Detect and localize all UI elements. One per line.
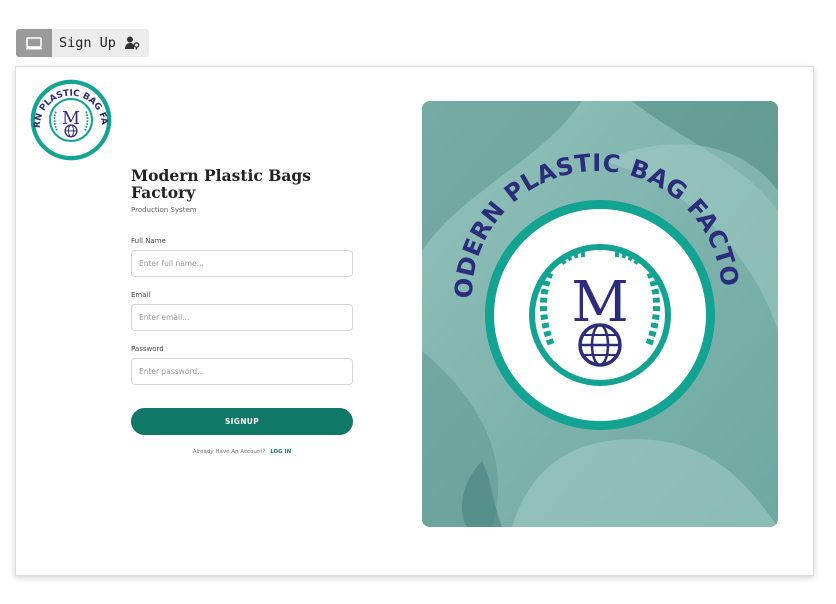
login-prompt-row: Already Have An Account? LOG IN bbox=[131, 449, 353, 455]
top-toolbar: Sign Up bbox=[16, 29, 149, 57]
login-link[interactable]: LOG IN bbox=[270, 449, 291, 455]
brand-panel: MODERN PLASTIC BAG FACTORY M bbox=[422, 101, 778, 527]
user-key-icon bbox=[124, 36, 140, 50]
login-prompt-text: Already Have An Account? bbox=[192, 449, 266, 455]
signup-form: Modern Plastic Bags Factory Production S… bbox=[131, 167, 353, 455]
tab-label: Sign Up bbox=[59, 35, 116, 51]
signup-card: MODERN PLASTIC BAG FACTORY M Modern Plas… bbox=[15, 66, 814, 576]
device-toggle-button[interactable] bbox=[16, 29, 52, 57]
password-label: Password bbox=[131, 345, 164, 353]
email-input[interactable] bbox=[131, 304, 353, 331]
brand-subtitle: Production System bbox=[131, 206, 197, 214]
svg-text:M: M bbox=[62, 109, 80, 129]
email-label: Email bbox=[131, 291, 151, 299]
signup-button[interactable]: SIGNUP bbox=[131, 408, 353, 435]
full-name-label: Full Name bbox=[131, 237, 166, 245]
brand-logo-small: MODERN PLASTIC BAG FACTORY M bbox=[29, 78, 112, 161]
password-input[interactable] bbox=[131, 358, 353, 385]
tab-sign-up[interactable]: Sign Up bbox=[52, 29, 149, 57]
brand-panel-art: MODERN PLASTIC BAG FACTORY M bbox=[422, 101, 778, 527]
brand-title: Modern Plastic Bags Factory bbox=[131, 166, 311, 202]
full-name-input[interactable] bbox=[131, 250, 353, 277]
monitor-icon bbox=[26, 36, 42, 49]
